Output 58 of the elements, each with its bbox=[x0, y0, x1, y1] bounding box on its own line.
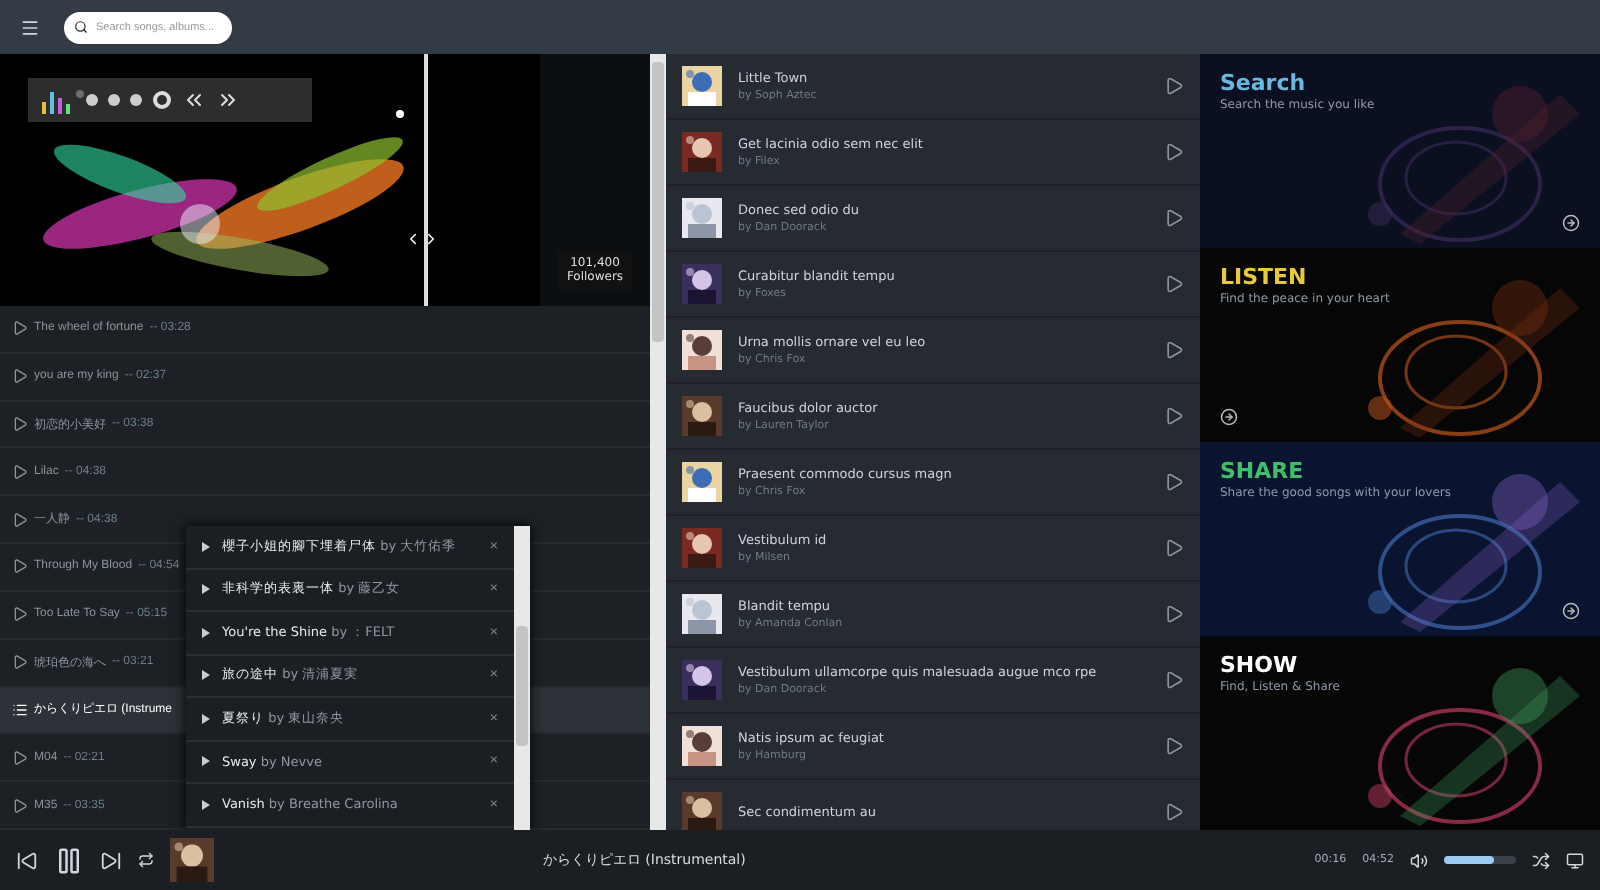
next-icon[interactable] bbox=[422, 230, 440, 248]
play-icon bbox=[12, 320, 28, 337]
play-icon[interactable] bbox=[1164, 208, 1184, 228]
play-icon bbox=[12, 558, 28, 575]
equalizer-icon[interactable] bbox=[40, 86, 76, 114]
play-icon bbox=[12, 797, 28, 814]
play-icon[interactable] bbox=[1164, 472, 1184, 492]
caret-icon bbox=[202, 627, 210, 638]
play-icon[interactable] bbox=[1164, 274, 1184, 294]
feature-title: SHARE bbox=[1220, 458, 1306, 484]
caret-icon bbox=[202, 756, 210, 767]
play-icon[interactable] bbox=[1164, 406, 1184, 426]
play-icon[interactable] bbox=[1164, 142, 1184, 162]
pause-button[interactable] bbox=[54, 845, 84, 875]
dot-icon[interactable] bbox=[130, 94, 142, 106]
play-icon[interactable] bbox=[1164, 736, 1184, 756]
play-icon[interactable] bbox=[1164, 604, 1184, 624]
play-icon bbox=[12, 606, 28, 623]
arrow-circle-icon[interactable] bbox=[1562, 214, 1580, 232]
ring-icon[interactable] bbox=[152, 90, 172, 110]
play-icon[interactable] bbox=[1164, 76, 1184, 96]
menu-icon[interactable] bbox=[20, 17, 40, 37]
scrollbar[interactable] bbox=[514, 526, 530, 830]
volume-slider[interactable] bbox=[1444, 856, 1516, 864]
repeat-icon[interactable] bbox=[138, 852, 154, 868]
next-button[interactable] bbox=[100, 849, 122, 871]
caret-icon bbox=[202, 713, 210, 724]
shuffle-icon[interactable] bbox=[1532, 851, 1550, 869]
play-icon bbox=[12, 416, 28, 433]
play-icon bbox=[12, 749, 28, 766]
volume-icon[interactable] bbox=[1410, 851, 1428, 869]
feature-title: LISTEN bbox=[1220, 264, 1309, 290]
play-icon bbox=[12, 511, 28, 528]
play-icon bbox=[12, 654, 28, 671]
play-icon bbox=[12, 368, 28, 385]
play-icon[interactable] bbox=[1164, 670, 1184, 690]
feature-title: Search bbox=[1220, 70, 1308, 96]
play-icon[interactable] bbox=[1164, 802, 1184, 822]
caret-icon bbox=[202, 799, 210, 810]
play-icon[interactable] bbox=[1164, 538, 1184, 558]
caret-icon bbox=[202, 584, 210, 595]
caret-icon bbox=[202, 541, 210, 552]
scrollbar[interactable] bbox=[650, 54, 666, 830]
previous-button[interactable] bbox=[16, 849, 38, 871]
search-icon bbox=[74, 19, 88, 33]
caret-icon bbox=[202, 670, 210, 681]
previous-icon[interactable] bbox=[404, 230, 422, 248]
list-icon bbox=[12, 701, 28, 718]
double-left-icon[interactable] bbox=[182, 88, 206, 112]
play-icon bbox=[12, 463, 28, 480]
double-right-icon[interactable] bbox=[216, 88, 240, 112]
dot-icon[interactable] bbox=[86, 94, 98, 106]
play-icon[interactable] bbox=[1164, 340, 1184, 360]
arrow-circle-icon[interactable] bbox=[1220, 408, 1238, 426]
feature-title: SHOW bbox=[1220, 652, 1300, 678]
dot-icon[interactable] bbox=[108, 94, 120, 106]
arrow-circle-icon[interactable] bbox=[1562, 602, 1580, 620]
screen-icon[interactable] bbox=[1566, 851, 1584, 869]
